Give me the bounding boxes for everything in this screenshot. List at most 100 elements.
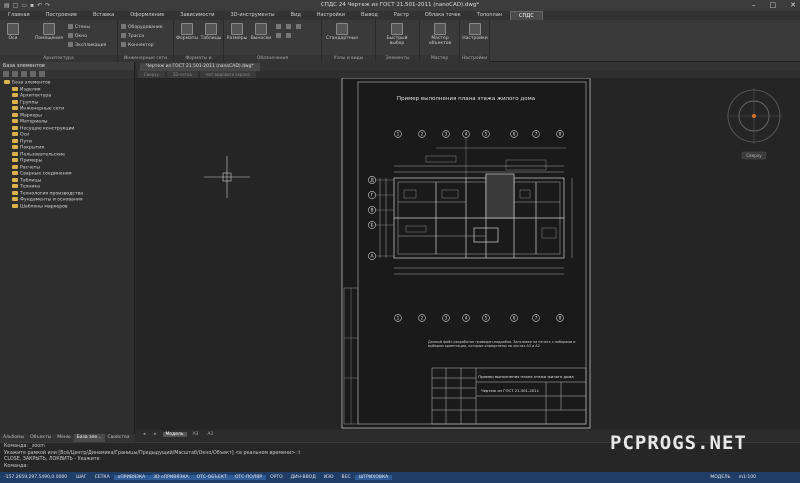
panel-tab[interactable]: Меню bbox=[54, 434, 73, 442]
tree-item-label: Техника bbox=[20, 184, 40, 190]
crosshair-cursor bbox=[204, 156, 250, 198]
list-icon[interactable] bbox=[30, 71, 36, 77]
ribbon-tab[interactable]: Зависимости bbox=[172, 11, 222, 20]
scale-selector[interactable]: m1:100 bbox=[735, 475, 760, 480]
rooms-button[interactable]: Помещения bbox=[34, 23, 64, 41]
status-toggle[interactable]: ОТС-ПОЛЯР bbox=[230, 475, 267, 480]
panel-tab[interactable]: Альбомы bbox=[0, 434, 27, 442]
folder-icon bbox=[12, 119, 18, 123]
tree-item-label: Пути bbox=[20, 139, 32, 144]
viewport-tab[interactable]: нет видового экрана bbox=[199, 71, 256, 78]
viewport-tab[interactable]: 2D-сетка bbox=[166, 71, 198, 78]
maximize-icon[interactable]: □ bbox=[770, 1, 777, 9]
ribbon-tab[interactable]: Растр bbox=[386, 11, 417, 20]
refresh-icon[interactable] bbox=[12, 71, 18, 77]
layout-tab[interactable]: A1 bbox=[205, 432, 217, 437]
quick-select-button[interactable]: Быстрый выбор bbox=[380, 23, 414, 46]
ribbon-tab[interactable]: Вид bbox=[283, 11, 309, 20]
ribbon-tab[interactable]: Топоплан bbox=[469, 11, 510, 20]
close-icon[interactable]: ✕ bbox=[790, 1, 796, 9]
route-button[interactable]: Трасса bbox=[121, 33, 144, 39]
panel-toolbar bbox=[0, 70, 134, 79]
status-toggle[interactable]: ДИН-ВВОД bbox=[287, 475, 320, 480]
window-button[interactable]: Окно bbox=[68, 33, 87, 39]
status-toggle[interactable]: ОРТО bbox=[266, 475, 287, 480]
axis-label: 4 bbox=[465, 132, 468, 137]
gear-icon bbox=[469, 23, 481, 35]
designation-tool-4[interactable] bbox=[276, 33, 283, 39]
standard-button[interactable]: Стандартные bbox=[326, 23, 358, 41]
explication-button[interactable]: Экспликация bbox=[68, 42, 106, 48]
ribbon-tab[interactable]: Облака точек bbox=[417, 11, 469, 20]
tree-item[interactable]: Шаблоны маркеров bbox=[2, 203, 132, 211]
filter-icon[interactable] bbox=[21, 71, 27, 77]
tab-scroll-icon[interactable]: ▸ bbox=[151, 432, 159, 437]
status-toggle[interactable]: оПРИВЯЗКА bbox=[113, 475, 150, 480]
status-toggle[interactable]: ИЗО bbox=[320, 475, 338, 480]
ribbon-group-elements: Быстрый выбор Элементы bbox=[376, 20, 420, 62]
designation-tool-5[interactable] bbox=[286, 33, 293, 39]
status-toggle[interactable]: ВЕС bbox=[338, 475, 355, 480]
object-wizard-button[interactable]: Мастер объектов bbox=[422, 23, 458, 46]
ribbon-tab[interactable]: Главная bbox=[0, 11, 38, 20]
status-toggle[interactable]: 3D оПРИВЯЗКА bbox=[149, 475, 193, 480]
plan-title: Пример выполнения плана этажа жилого дом… bbox=[397, 96, 535, 102]
panel-tab[interactable]: Свойства bbox=[105, 434, 133, 442]
leaders-button[interactable]: Выноски bbox=[250, 23, 272, 41]
ribbon-tab[interactable]: Оформление bbox=[122, 11, 172, 20]
panel-tab[interactable]: Объекты bbox=[27, 434, 54, 442]
designation-tool-3[interactable] bbox=[296, 24, 303, 30]
axis-label: 3 bbox=[445, 132, 448, 137]
formats-button[interactable]: Форматы bbox=[176, 23, 198, 41]
status-toggle[interactable]: ШАГ bbox=[72, 475, 91, 480]
designation-tool-2[interactable] bbox=[286, 24, 293, 30]
minimize-icon[interactable]: – bbox=[752, 1, 756, 9]
drawing-canvas[interactable]: Пример выполнения плана этажа жилого дом… bbox=[136, 77, 800, 430]
tab-scroll-icon[interactable]: ◂ bbox=[140, 432, 148, 437]
designation-tool-1[interactable] bbox=[276, 24, 283, 30]
ribbon-tab[interactable]: Вставка bbox=[85, 11, 122, 20]
status-toggle[interactable]: ОТС-ОБЪЕКТ bbox=[192, 475, 231, 480]
view-cube-label[interactable]: Сверху bbox=[742, 153, 766, 158]
axes-button[interactable]: Оси bbox=[4, 23, 22, 41]
tree-item-label: Материалы bbox=[20, 119, 48, 125]
tables-button[interactable]: Таблицы bbox=[200, 23, 222, 41]
ribbon-tab[interactable]: Настройки bbox=[309, 11, 353, 20]
ribbon-tab[interactable]: Вывод bbox=[353, 11, 386, 20]
document-tab[interactable]: Чертеж из ГОСТ 21.501-2011 (nanoCAD).dwg… bbox=[140, 62, 260, 71]
folder-icon bbox=[12, 190, 18, 195]
layout-tab[interactable]: Модель bbox=[162, 432, 187, 437]
ribbon-tab[interactable]: СПДС bbox=[510, 11, 543, 20]
walls-button[interactable]: Стены bbox=[68, 24, 90, 30]
layout-tab[interactable]: A3 bbox=[190, 432, 202, 437]
folder-icon bbox=[12, 197, 18, 201]
status-toggle[interactable]: ШТРИХОВКА bbox=[354, 475, 393, 480]
connector-button[interactable]: Коннектор bbox=[121, 42, 154, 48]
tree-item-label: Примеры bbox=[20, 158, 43, 164]
coordinates-readout: -157.2659,297.5490,0.0000 bbox=[4, 475, 68, 480]
equipment-button[interactable]: Оборудование bbox=[121, 24, 163, 30]
axis-label: Г bbox=[371, 193, 374, 199]
dimensions-button[interactable]: Размеры bbox=[226, 23, 248, 41]
ribbon-tab[interactable]: 3D-инструменты bbox=[223, 11, 283, 20]
status-toggle[interactable]: СЕТКА bbox=[91, 475, 114, 480]
element-tree: База элементов Изделия Архитектура Группы Ин… bbox=[0, 79, 134, 211]
settings-button[interactable]: Настройки bbox=[462, 23, 488, 41]
element-base-panel: База элементов База элементов Изделия Архи… bbox=[0, 62, 135, 442]
ribbon-group-designations: Размеры Выноски Обозначения bbox=[224, 20, 322, 62]
level-icon bbox=[296, 24, 301, 29]
folder-icon bbox=[12, 164, 18, 169]
ribbon-tab[interactable]: Построение bbox=[38, 11, 85, 20]
break-icon bbox=[286, 33, 291, 38]
tree-item-label: Архитектура bbox=[20, 93, 52, 99]
search-icon[interactable] bbox=[39, 71, 45, 77]
space-toggle[interactable]: МОДЕЛЬ bbox=[706, 475, 734, 480]
view-cube[interactable]: Сверху bbox=[712, 80, 796, 164]
folder-icon bbox=[4, 80, 10, 84]
axis-label: 8 bbox=[559, 132, 562, 137]
window-icon bbox=[68, 33, 73, 38]
folder-icon bbox=[12, 99, 18, 104]
close-icon[interactable] bbox=[3, 71, 9, 77]
viewport-tab[interactable]: Сверху bbox=[138, 71, 165, 78]
panel-tab[interactable]: База эле... bbox=[73, 434, 105, 442]
